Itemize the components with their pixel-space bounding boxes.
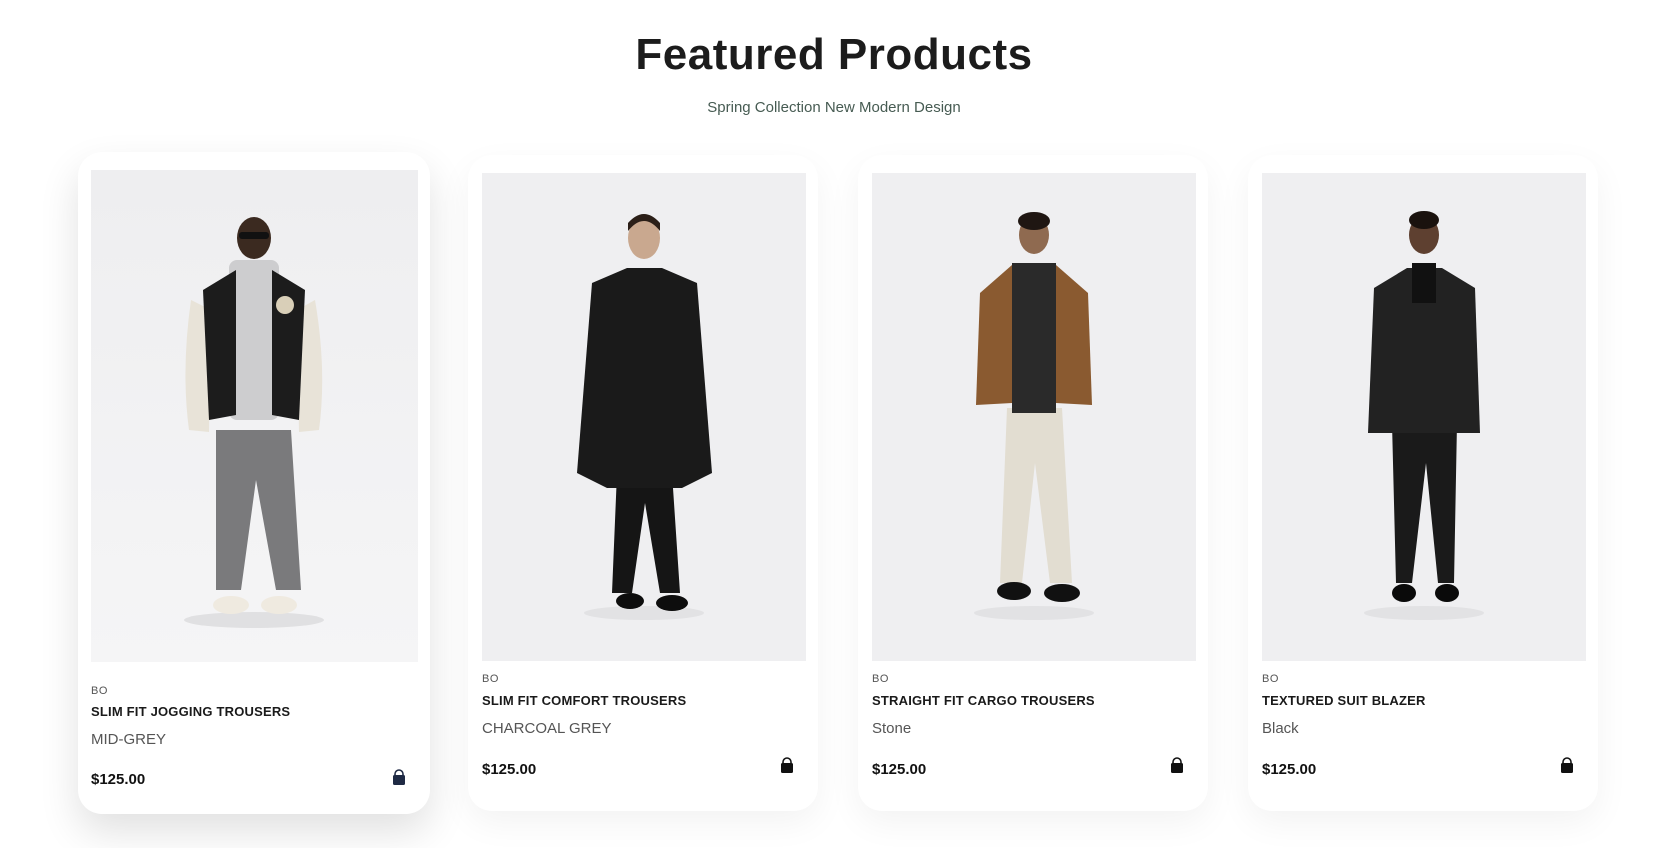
product-name[interactable]: TEXTURED SUIT BLAZER <box>1262 693 1426 708</box>
product-color: MID-GREY <box>91 731 166 748</box>
product-brand: BO <box>1262 673 1279 685</box>
product-card[interactable]: BO SLIM FIT JOGGING TROUSERS MID-GREY $1… <box>78 152 430 814</box>
product-card[interactable]: BO SLIM FIT COMFORT TROUSERS CHARCOAL GR… <box>468 155 818 811</box>
product-color: Stone <box>872 720 912 737</box>
product-card[interactable]: BO STRAIGHT FIT CARGO TROUSERS Stone $12… <box>858 155 1208 811</box>
shopping-bag-icon[interactable] <box>1168 757 1186 775</box>
product-price: $125.00 <box>482 761 537 778</box>
product-color: CHARCOAL GREY <box>482 720 612 737</box>
featured-products-section: Featured Products Spring Collection New … <box>0 0 1668 848</box>
product-image[interactable] <box>1262 173 1586 661</box>
section-title: Featured Products <box>635 30 1033 79</box>
product-brand: BO <box>482 673 499 685</box>
product-brand: BO <box>91 685 108 697</box>
product-price: $125.00 <box>1262 761 1317 778</box>
shopping-bag-icon[interactable] <box>778 757 796 775</box>
section-subtitle: Spring Collection New Modern Design <box>707 99 961 116</box>
product-image[interactable] <box>872 173 1196 661</box>
shopping-bag-icon[interactable] <box>390 769 408 787</box>
product-name[interactable]: SLIM FIT JOGGING TROUSERS <box>91 704 290 719</box>
product-name[interactable]: SLIM FIT COMFORT TROUSERS <box>482 693 686 708</box>
product-price: $125.00 <box>91 771 146 788</box>
product-image[interactable] <box>91 170 418 662</box>
product-price: $125.00 <box>872 761 927 778</box>
product-name[interactable]: STRAIGHT FIT CARGO TROUSERS <box>872 693 1095 708</box>
shopping-bag-icon[interactable] <box>1558 757 1576 775</box>
product-image[interactable] <box>482 173 806 661</box>
product-color: Black <box>1262 720 1299 737</box>
product-brand: BO <box>872 673 889 685</box>
product-card[interactable]: BO TEXTURED SUIT BLAZER Black $125.00 <box>1248 155 1598 811</box>
